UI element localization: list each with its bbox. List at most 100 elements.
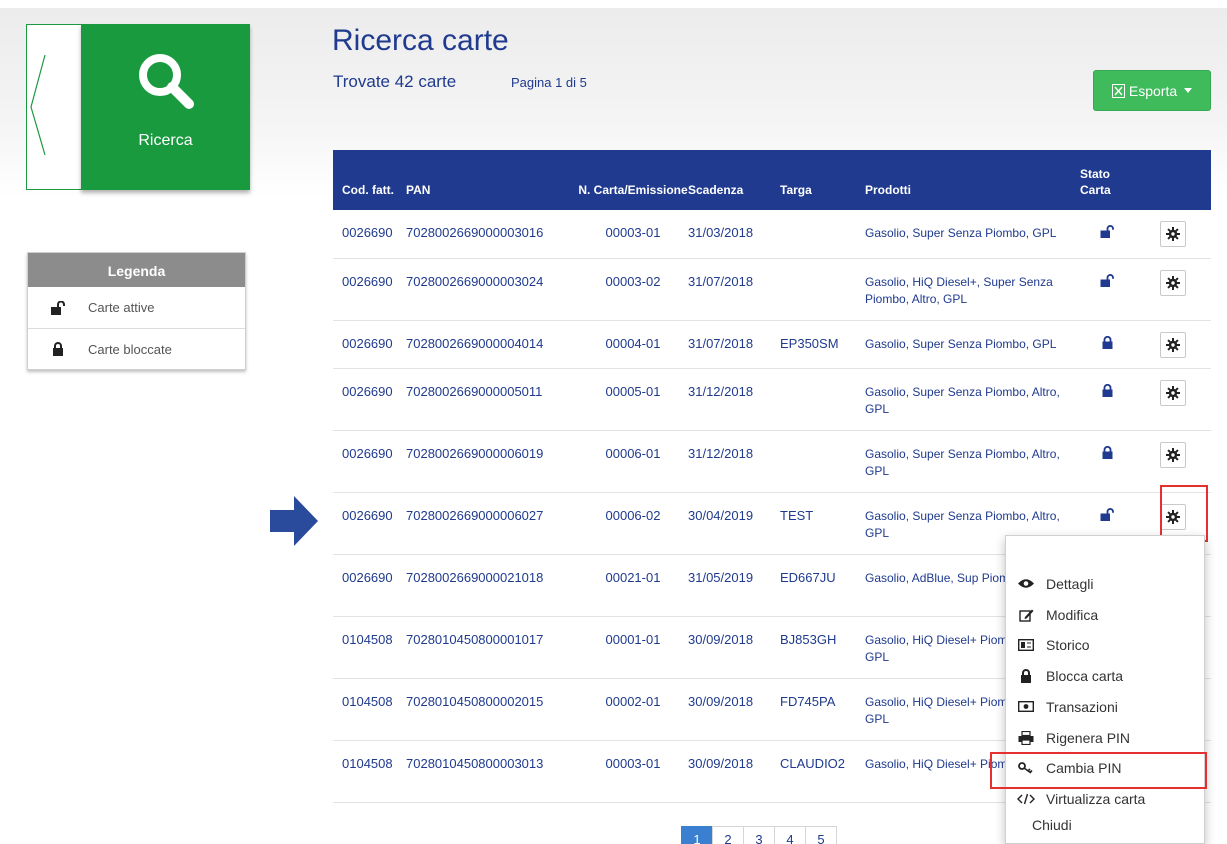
col-cod-fatt[interactable]: Cod. fatt. xyxy=(333,150,406,210)
cell-num-carta: 00004-01 xyxy=(578,320,688,369)
table-row[interactable]: 0026690 7028002669000003024 00003-02 31/07/… xyxy=(333,258,1211,321)
cell-num-carta: 00003-02 xyxy=(578,258,688,321)
gear-icon xyxy=(1165,227,1180,241)
cell-pan: 7028002669000004014 xyxy=(406,320,578,369)
search-tile-label: Ricerca xyxy=(138,132,193,149)
col-prodotti[interactable]: Prodotti xyxy=(865,150,1080,210)
cell-num-carta: 00002-01 xyxy=(578,678,688,741)
results-count: Trovate 42 carte xyxy=(333,72,457,91)
legend-panel: Legenda Carte attive Carte bloccate xyxy=(27,252,246,370)
cell-prodotti: Gasolio, Super Senza Piombo, GPL xyxy=(865,210,1080,259)
col-pan[interactable]: PAN xyxy=(406,150,578,210)
cell-scadenza: 31/07/2018 xyxy=(688,258,780,321)
menu-item-transazioni[interactable]: Transazioni xyxy=(1006,691,1206,722)
legend-label-active: Carte attive xyxy=(88,300,155,315)
gear-icon xyxy=(1165,275,1180,290)
money-icon xyxy=(1006,701,1046,712)
cell-cod-fatt: 0026690 xyxy=(333,368,406,431)
cell-pan: 7028002669000021018 xyxy=(406,554,578,617)
cell-cod-fatt: 0026690 xyxy=(333,492,406,555)
page-4-button[interactable]: 4 xyxy=(774,826,806,844)
cell-stato-carta xyxy=(1080,320,1134,369)
cell-targa xyxy=(780,430,865,493)
cell-targa: ED667JU xyxy=(780,554,865,617)
cell-targa: BJ853GH xyxy=(780,616,865,679)
page-5-button[interactable]: 5 xyxy=(805,826,837,844)
unlocked-icon xyxy=(1100,507,1115,524)
history-card-icon xyxy=(1006,638,1046,651)
table-row[interactable]: 0026690 7028002669000003016 00003-01 31/03/… xyxy=(333,210,1211,259)
row-settings-button[interactable] xyxy=(1159,221,1186,247)
card-actions-menu: Dettagli Modifica Storico Blocca carta T… xyxy=(1005,535,1205,844)
col-num-carta[interactable]: N. Carta/Emissione xyxy=(578,150,688,210)
gear-highlight-box xyxy=(1160,485,1208,542)
cell-num-carta: 00006-02 xyxy=(578,492,688,555)
cell-cod-fatt: 0026690 xyxy=(333,554,406,617)
cell-prodotti: Gasolio, Super Senza Piombo, GPL xyxy=(865,320,1080,369)
cell-targa xyxy=(780,210,865,259)
cell-cod-fatt: 0104508 xyxy=(333,740,406,803)
unlocked-icon xyxy=(28,300,88,315)
cell-num-carta: 00006-01 xyxy=(578,430,688,493)
table-row[interactable]: 0026690 7028002669000006019 00006-01 31/12/… xyxy=(333,430,1211,493)
legend-row-blocked: Carte bloccate xyxy=(28,328,245,369)
edit-icon xyxy=(1006,608,1046,622)
cell-actions xyxy=(1134,368,1211,431)
row-settings-button[interactable] xyxy=(1159,269,1186,296)
search-icon xyxy=(139,54,194,109)
table-row[interactable]: 0026690 7028002669000004014 00004-01 31/07/… xyxy=(333,320,1211,369)
menu-item-storico[interactable]: Storico xyxy=(1006,629,1206,660)
page-title: Ricerca carte xyxy=(332,24,509,57)
col-actions xyxy=(1134,150,1211,210)
locked-icon xyxy=(1102,383,1113,400)
search-tile[interactable]: Ricerca xyxy=(81,24,250,190)
page-3-button[interactable]: 3 xyxy=(743,826,775,844)
col-targa[interactable]: Targa xyxy=(780,150,865,210)
table-row[interactable]: 0026690 7028002669000005011 00005-01 31/12/… xyxy=(333,368,1211,431)
cell-pan: 7028010450800003013 xyxy=(406,740,578,803)
menu-close-button[interactable]: Chiudi xyxy=(1032,817,1072,833)
col-scadenza[interactable]: Scadenza xyxy=(688,150,780,210)
pointer-arrow-icon xyxy=(270,496,320,550)
row-settings-button[interactable] xyxy=(1159,379,1186,406)
cell-num-carta: 00001-01 xyxy=(578,616,688,679)
cell-cod-fatt: 0026690 xyxy=(333,430,406,493)
cell-prodotti: Gasolio, Super Senza Piombo, Altro, GPL xyxy=(865,430,1080,493)
cell-scadenza: 30/09/2018 xyxy=(688,678,780,741)
cell-stato-carta xyxy=(1080,210,1134,259)
search-nav-card: Ricerca xyxy=(26,24,250,190)
cell-targa: CLAUDIO2 xyxy=(780,740,865,803)
gear-icon xyxy=(1165,385,1180,400)
cell-num-carta: 00003-01 xyxy=(578,210,688,259)
back-chevron-button[interactable] xyxy=(27,25,81,189)
lock-icon xyxy=(1006,668,1046,683)
cell-cod-fatt: 0026690 xyxy=(333,258,406,321)
table-header-row: Cod. fatt. PAN N. Carta/Emissione Scaden… xyxy=(333,150,1211,210)
locked-icon xyxy=(1102,445,1113,462)
cell-pan: 7028002669000005011 xyxy=(406,368,578,431)
cell-cod-fatt: 0104508 xyxy=(333,616,406,679)
cell-cod-fatt: 0026690 xyxy=(333,210,406,259)
menu-item-rigenera-pin[interactable]: Rigenera PIN xyxy=(1006,722,1206,753)
unlocked-icon xyxy=(1100,225,1115,241)
row-settings-button[interactable] xyxy=(1159,441,1186,468)
cell-actions xyxy=(1134,430,1211,493)
cell-num-carta: 00005-01 xyxy=(578,368,688,431)
page-1-button[interactable]: 1 xyxy=(681,826,713,844)
cell-stato-carta xyxy=(1080,368,1134,431)
row-settings-button[interactable] xyxy=(1159,331,1186,358)
cell-scadenza: 31/05/2019 xyxy=(688,554,780,617)
export-button[interactable]: Esporta xyxy=(1093,70,1211,111)
cell-stato-carta xyxy=(1080,430,1134,493)
cell-num-carta: 00003-01 xyxy=(578,740,688,803)
cell-scadenza: 31/12/2018 xyxy=(688,430,780,493)
page-2-button[interactable]: 2 xyxy=(712,826,744,844)
cell-prodotti: Gasolio, Super Senza Piombo, Altro, GPL xyxy=(865,368,1080,431)
menu-item-blocca-carta[interactable]: Blocca carta xyxy=(1006,660,1206,691)
cell-pan: 7028002669000003016 xyxy=(406,210,578,259)
excel-icon xyxy=(1111,83,1125,98)
col-stato-carta[interactable]: Stato Carta xyxy=(1080,150,1134,210)
menu-item-modifica[interactable]: Modifica xyxy=(1006,599,1206,630)
cell-scadenza: 30/09/2018 xyxy=(688,740,780,803)
menu-item-dettagli[interactable]: Dettagli xyxy=(1006,568,1206,599)
